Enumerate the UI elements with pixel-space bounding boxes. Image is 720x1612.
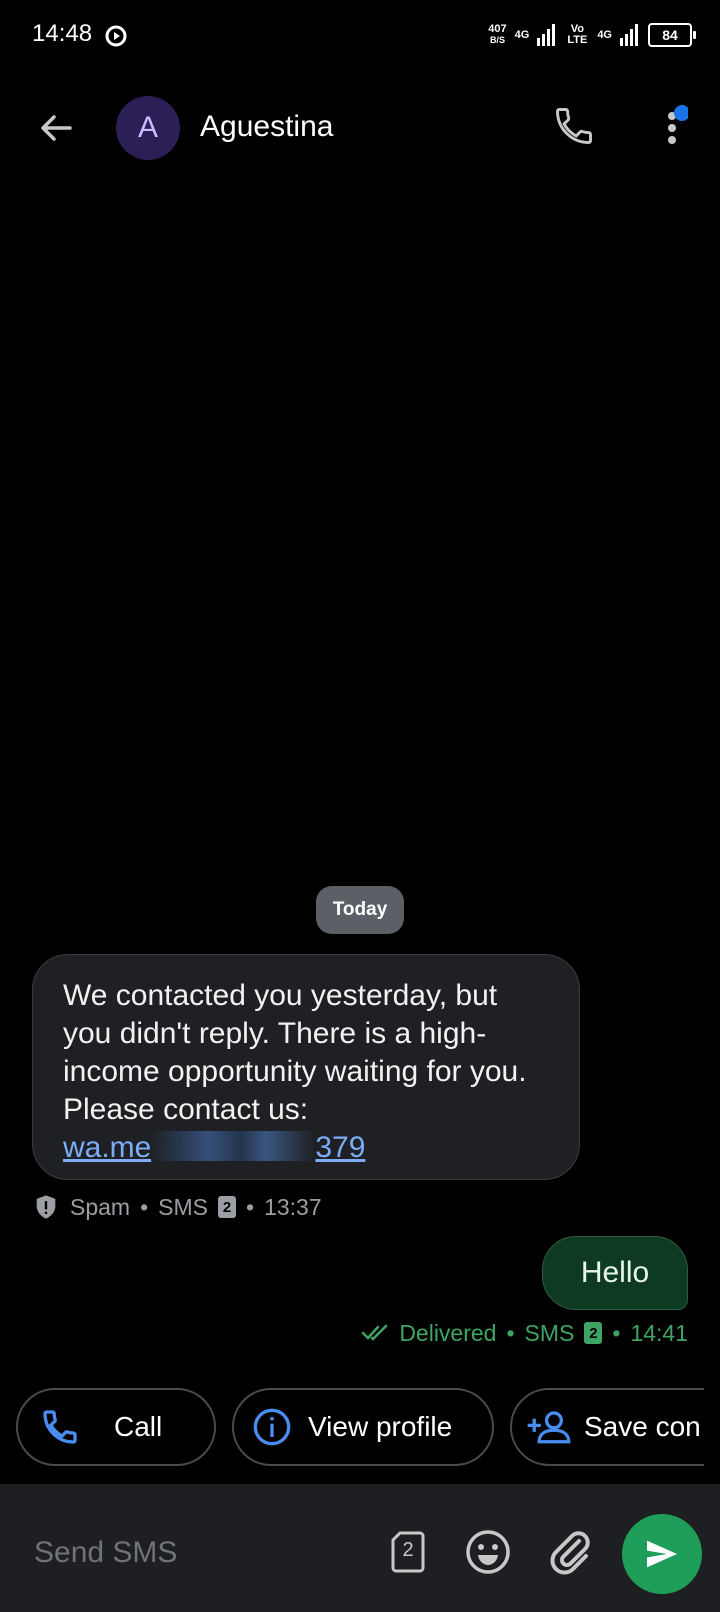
status-icons: 407 B/S 4G Vo LTE 4G 84 — [488, 20, 696, 50]
spam-label: Spam — [70, 1193, 131, 1220]
redacted-segment — [151, 1131, 316, 1161]
message-time: 13:37 — [264, 1193, 322, 1220]
info-icon — [253, 1408, 291, 1446]
view-profile-chip-label: View profile — [308, 1411, 453, 1442]
status-time: 14:48 — [32, 20, 93, 47]
signal-icon-2 — [620, 24, 638, 46]
message-input[interactable] — [32, 1530, 366, 1576]
save-contact-chip[interactable]: Save con — [510, 1388, 704, 1466]
add-person-icon — [527, 1411, 571, 1444]
sim-selector-button[interactable]: 2 — [390, 1530, 426, 1574]
contact-name[interactable]: Aguestina — [200, 110, 333, 144]
incoming-message-bubble[interactable]: We contacted you yesterday, but you didn… — [32, 954, 580, 1180]
view-profile-chip[interactable]: View profile — [232, 1388, 494, 1466]
save-contact-chip-label: Save con — [584, 1411, 701, 1442]
volte-label: Vo LTE — [567, 23, 588, 46]
sim-badge: 2 — [218, 1196, 236, 1218]
emoji-icon[interactable] — [464, 1528, 512, 1576]
net-type-2: 4G — [597, 29, 612, 41]
notification-dot — [674, 105, 688, 121]
double-check-icon — [362, 1324, 388, 1341]
channel-label: SMS — [524, 1319, 575, 1346]
outgoing-message-bubble[interactable]: Hello — [542, 1236, 688, 1310]
phone-icon — [43, 1410, 77, 1444]
spam-shield-icon — [36, 1195, 56, 1219]
sim-badge: 2 — [584, 1322, 603, 1344]
battery-indicator: 84 — [648, 23, 696, 47]
avatar[interactable]: A — [116, 96, 180, 160]
call-chip[interactable]: Call — [16, 1388, 216, 1466]
call-chip-label: Call — [114, 1411, 163, 1442]
back-arrow-icon[interactable] — [36, 108, 76, 148]
outgoing-message-meta: Delivered • SMS 2 • 14:41 — [361, 1318, 688, 1348]
incoming-message-meta: Spam • SMS 2 • 13:37 — [32, 1192, 322, 1222]
incoming-message-text: We contacted you yesterday, but you didn… — [63, 979, 527, 1164]
net-type-1: 4G — [514, 29, 530, 41]
screen-record-icon — [105, 25, 127, 47]
channel-label: SMS — [158, 1193, 208, 1220]
message-time: 14:41 — [630, 1319, 688, 1346]
send-button[interactable] — [622, 1514, 702, 1594]
send-icon — [647, 1540, 677, 1568]
net-speed: 407 B/S — [488, 23, 507, 46]
message-link[interactable]: wa.me 379 — [63, 1131, 365, 1164]
attachment-icon[interactable] — [546, 1528, 594, 1576]
suggestion-chips: Call View profile Save con — [16, 1388, 704, 1468]
delivery-status: Delivered — [399, 1319, 497, 1346]
sim-number: 2 — [402, 1539, 414, 1561]
signal-icon — [537, 24, 556, 46]
more-vertical-icon[interactable] — [658, 104, 688, 152]
phone-icon[interactable] — [552, 104, 596, 148]
date-divider: Today — [316, 886, 404, 934]
